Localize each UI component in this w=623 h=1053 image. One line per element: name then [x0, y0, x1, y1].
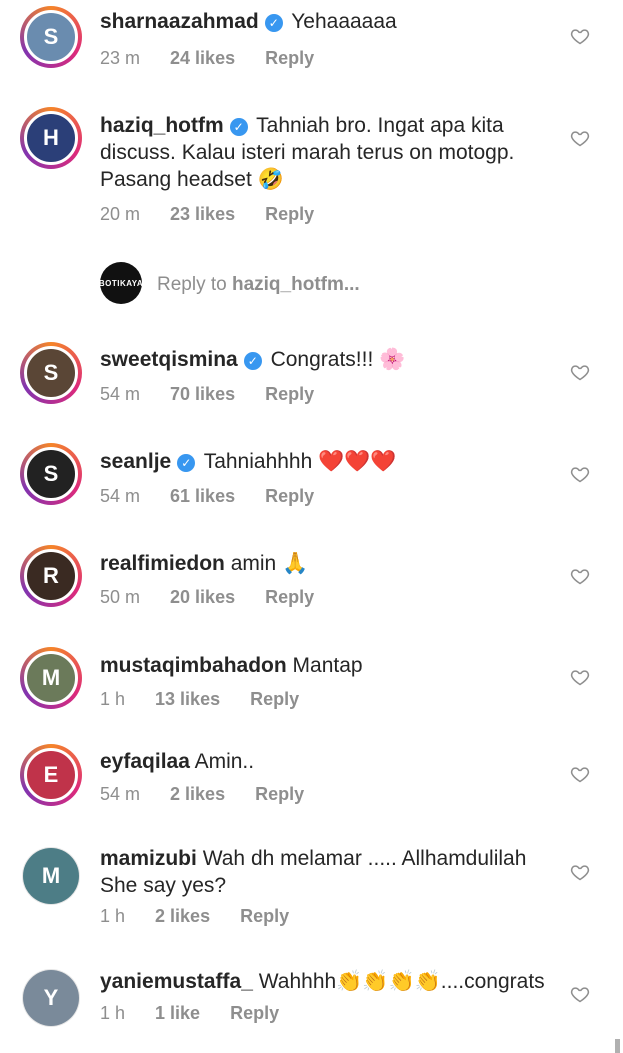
comment-body: Amin.. — [194, 750, 255, 773]
avatar-image: M — [23, 848, 79, 904]
username[interactable]: sweetqismina — [100, 348, 238, 371]
likes-count[interactable]: 13 likes — [155, 689, 220, 710]
reply-button[interactable]: Reply — [265, 384, 314, 405]
avatar-image: S — [24, 447, 78, 501]
username[interactable]: sharnaazahmad — [100, 10, 259, 33]
timestamp: 1 h — [100, 906, 126, 926]
verified-badge-icon: ✓ — [177, 454, 196, 472]
heart-outline-icon[interactable] — [570, 464, 590, 484]
heart-outline-icon[interactable] — [570, 984, 590, 1004]
likes-count[interactable]: 24 likes — [170, 48, 235, 69]
timestamp: 54 m — [100, 384, 141, 404]
reply-button[interactable]: Reply — [240, 906, 289, 927]
comment-text-block: mustaqimbahadon Mantap — [100, 652, 545, 679]
comment-text-block: haziq_hotfm ✓ Tahniah bro. Ingat apa kita… — [100, 112, 545, 193]
reply-button[interactable]: Reply — [255, 784, 304, 805]
timestamp: 1 h — [100, 689, 126, 709]
timestamp: 54 m — [100, 784, 141, 804]
avatar[interactable]: R — [20, 545, 82, 607]
avatar-image: E — [24, 748, 78, 802]
username[interactable]: yaniemustaffa_ — [100, 970, 253, 993]
username[interactable]: realfimiedon — [100, 552, 225, 575]
username[interactable]: eyfaqilaa — [100, 750, 190, 773]
avatar-image: M — [24, 651, 78, 705]
comment-text-block: sweetqismina ✓ Congrats!!! 🌸 — [100, 346, 545, 373]
reply-button[interactable]: Reply — [265, 204, 314, 225]
heart-outline-icon[interactable] — [570, 862, 590, 882]
heart-outline-icon[interactable] — [570, 764, 590, 784]
likes-count[interactable]: 2 likes — [170, 784, 225, 805]
avatar-image: Y — [23, 970, 79, 1026]
comment-body: Tahniahhhh ❤️❤️❤️ — [203, 450, 397, 473]
comment-body: amin 🙏 — [230, 552, 309, 575]
username[interactable]: seanlje — [100, 450, 171, 473]
likes-count[interactable]: 70 likes — [170, 384, 235, 405]
avatar[interactable]: S — [20, 443, 82, 505]
comment-meta: 54 m 2 likes Reply — [100, 784, 304, 805]
verified-badge-icon: ✓ — [229, 118, 248, 136]
heart-outline-icon[interactable] — [570, 26, 590, 46]
likes-count[interactable]: 2 likes — [155, 906, 210, 927]
timestamp: 20 m — [100, 204, 141, 224]
comment-body: Mantap — [292, 654, 363, 677]
comment-meta: 54 m 61 likes Reply — [100, 486, 314, 507]
comment-meta: 23 m 24 likes Reply — [100, 48, 314, 69]
comment-text-block: yaniemustaffa_ Wahhhh👏👏👏👏....congrats — [100, 968, 545, 995]
likes-count[interactable]: 20 likes — [170, 587, 235, 608]
avatar-image: S — [24, 10, 78, 64]
reply-button[interactable]: Reply — [250, 689, 299, 710]
timestamp: 54 m — [100, 486, 141, 506]
comment-meta: 1 h 13 likes Reply — [100, 689, 299, 710]
avatar-image: H — [24, 111, 78, 165]
likes-count[interactable]: 61 likes — [170, 486, 235, 507]
heart-outline-icon[interactable] — [570, 667, 590, 687]
reply-button[interactable]: Reply — [230, 1003, 279, 1024]
heart-outline-icon[interactable] — [570, 566, 590, 586]
timestamp: 1 h — [100, 1003, 126, 1023]
comment-meta: 50 m 20 likes Reply — [100, 587, 314, 608]
verified-badge-icon: ✓ — [243, 352, 262, 370]
scrollbar[interactable] — [615, 1039, 620, 1053]
avatar-image: S — [24, 346, 78, 400]
username[interactable]: mustaqimbahadon — [100, 654, 287, 677]
comment-text-block: sharnaazahmad ✓ Yehaaaaaa — [100, 8, 545, 35]
avatar[interactable]: M — [20, 647, 82, 709]
comment-meta: 20 m 23 likes Reply — [100, 204, 314, 225]
verified-badge-icon: ✓ — [264, 14, 283, 32]
avatar[interactable]: S — [20, 342, 82, 404]
comment-body: Yehaaaaaa — [291, 10, 397, 33]
reply-input-placeholder[interactable]: Reply to haziq_hotfm... — [157, 274, 360, 296]
avatar[interactable]: E — [20, 744, 82, 806]
heart-outline-icon[interactable] — [570, 362, 590, 382]
timestamp: 50 m — [100, 587, 141, 607]
heart-outline-icon[interactable] — [570, 128, 590, 148]
comment-meta: 1 h 2 likes Reply — [100, 906, 289, 927]
comment-text-block: realfimiedon amin 🙏 — [100, 550, 545, 577]
timestamp: 23 m — [100, 48, 141, 68]
comment-text-block: seanlje ✓ Tahniahhhh ❤️❤️❤️ — [100, 448, 545, 475]
current-user-avatar: BOTIKAYA — [99, 262, 143, 304]
comment-body: Congrats!!! 🌸 — [270, 348, 406, 371]
likes-count[interactable]: 23 likes — [170, 204, 235, 225]
username[interactable]: haziq_hotfm — [100, 114, 224, 137]
comment-meta: 54 m 70 likes Reply — [100, 384, 314, 405]
avatar[interactable]: Y — [22, 969, 80, 1027]
comment-text-block: mamizubi Wah dh melamar ..... Allhamduli… — [100, 845, 545, 899]
reply-button[interactable]: Reply — [265, 48, 314, 69]
avatar[interactable]: M — [22, 847, 80, 905]
likes-count[interactable]: 1 like — [155, 1003, 200, 1024]
comment-text-block: eyfaqilaa Amin.. — [100, 748, 545, 775]
username[interactable]: mamizubi — [100, 847, 197, 870]
reply-to-prompt[interactable]: BOTIKAYA Reply to haziq_hotfm... — [99, 262, 560, 306]
comment-meta: 1 h 1 like Reply — [100, 1003, 279, 1024]
reply-button[interactable]: Reply — [265, 587, 314, 608]
comment-body: Wahhhh👏👏👏👏....congrats — [258, 970, 545, 993]
avatar[interactable]: S — [20, 6, 82, 68]
avatar[interactable]: H — [20, 107, 82, 169]
reply-button[interactable]: Reply — [265, 486, 314, 507]
avatar-image: R — [24, 549, 78, 603]
